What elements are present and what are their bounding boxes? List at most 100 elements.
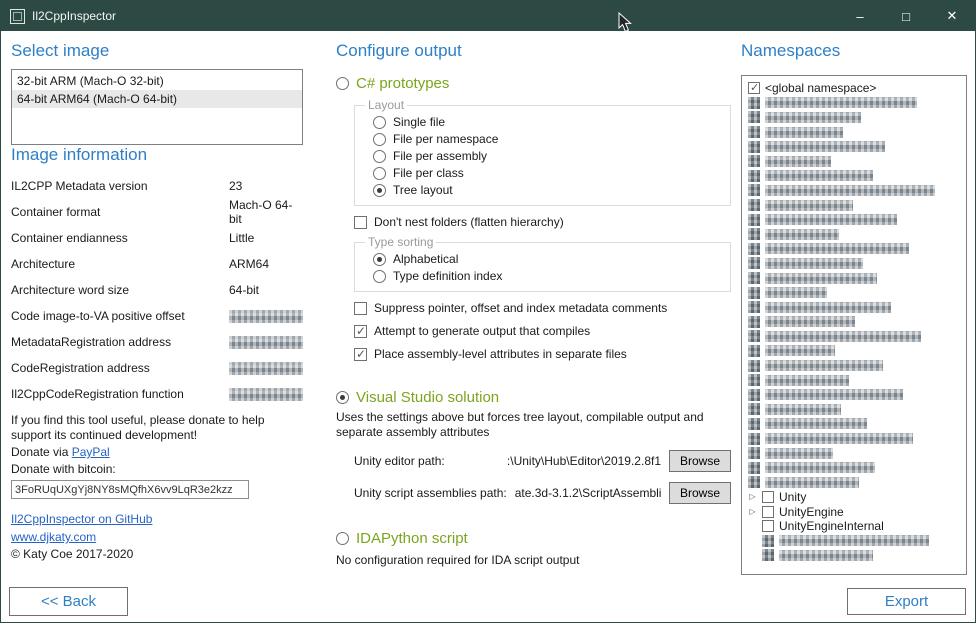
checkbox-icon-checked[interactable] — [354, 325, 367, 338]
namespace-row-redacted[interactable] — [745, 417, 963, 432]
namespace-row[interactable]: ▷Unity — [745, 490, 963, 505]
namespace-row-redacted[interactable] — [745, 315, 963, 330]
layout-group: Layout Single file File per namespace Fi… — [354, 98, 731, 206]
radio-icon[interactable] — [336, 77, 349, 90]
radio-icon[interactable] — [373, 167, 386, 180]
checkbox-icon[interactable] — [354, 216, 367, 229]
namespace-row-redacted[interactable] — [745, 402, 963, 417]
namespace-row[interactable]: <global namespace> — [745, 81, 963, 96]
namespace-row-redacted[interactable] — [745, 169, 963, 184]
namespaces-heading: Namespaces — [741, 41, 967, 61]
radio-icon[interactable] — [373, 133, 386, 146]
namespace-row[interactable]: ▷UnityEngine — [745, 504, 963, 519]
layout-file-per-namespace-radio[interactable]: File per namespace — [373, 132, 722, 146]
unity-editor-path-row: Unity editor path: :\Unity\Hub\Editor\20… — [354, 450, 731, 472]
expander-icon[interactable]: ▷ — [748, 492, 757, 501]
namespace-row[interactable]: UnityEngineInternal — [745, 519, 963, 534]
namespaces-list[interactable]: <global namespace> ▷Unity▷UnityEngineUnit… — [741, 75, 967, 575]
namespace-row-redacted[interactable] — [745, 285, 963, 300]
redacted-checkbox — [748, 345, 760, 357]
image-option-64bit[interactable]: 64-bit ARM64 (Mach-O 64-bit) — [12, 90, 302, 108]
bitcoin-address-input[interactable] — [11, 480, 249, 499]
checkbox-icon-checked[interactable] — [354, 348, 367, 361]
image-listbox[interactable]: 32-bit ARM (Mach-O 32-bit) 64-bit ARM64 … — [11, 69, 303, 145]
unity-script-path-value: ate.3d-3.1.2\ScriptAssemblies — [515, 486, 661, 500]
visual-studio-solution-radio[interactable]: Visual Studio solution — [336, 389, 734, 406]
idapython-script-radio[interactable]: IDAPython script — [336, 530, 734, 547]
namespace-row-redacted[interactable] — [745, 183, 963, 198]
assembly-attributes-checkbox[interactable]: Place assembly-level attributes in separ… — [354, 347, 734, 361]
suppress-comments-checkbox[interactable]: Suppress pointer, offset and index metad… — [354, 301, 734, 315]
namespace-row-redacted[interactable] — [745, 358, 963, 373]
namespace-row-redacted[interactable] — [745, 256, 963, 271]
layout-tree-layout-radio[interactable]: Tree layout — [373, 183, 722, 197]
github-link[interactable]: Il2CppInspector on GitHub — [11, 511, 152, 527]
radio-icon[interactable] — [373, 150, 386, 163]
website-link[interactable]: www.djkaty.com — [11, 529, 96, 545]
radio-icon[interactable] — [373, 270, 386, 283]
back-button[interactable]: << Back — [9, 587, 128, 616]
redacted-namespace-label — [765, 156, 831, 167]
redacted-namespace-label — [765, 331, 921, 342]
layout-file-per-class-radio[interactable]: File per class — [373, 166, 722, 180]
redacted-checkbox — [748, 330, 760, 342]
namespace-row-redacted[interactable] — [745, 139, 963, 154]
namespace-row-redacted[interactable] — [745, 227, 963, 242]
copyright-text: © Katy Coe 2017-2020 — [11, 547, 303, 562]
namespace-checkbox[interactable] — [762, 491, 774, 503]
namespace-row-redacted[interactable] — [745, 446, 963, 461]
radio-icon[interactable] — [373, 116, 386, 129]
radio-icon-selected[interactable] — [373, 253, 386, 266]
csharp-prototypes-radio[interactable]: C# prototypes — [336, 75, 734, 92]
redacted-namespace-label — [765, 97, 917, 108]
mouse-cursor — [618, 12, 633, 33]
redacted-checkbox — [748, 301, 760, 313]
bitcoin-label: Donate with bitcoin: — [11, 462, 303, 477]
expander-icon[interactable]: ▷ — [748, 507, 757, 516]
namespace-row-redacted[interactable] — [745, 431, 963, 446]
redacted-checkbox — [748, 403, 760, 415]
namespace-row-redacted[interactable] — [745, 387, 963, 402]
namespace-row-redacted[interactable] — [745, 110, 963, 125]
redacted-namespace-label — [765, 433, 913, 444]
namespace-row-redacted[interactable] — [745, 344, 963, 359]
radio-icon-selected[interactable] — [373, 184, 386, 197]
namespace-checkbox-checked[interactable] — [748, 82, 760, 94]
minimize-button[interactable]: – — [837, 1, 883, 31]
namespace-checkbox[interactable] — [762, 520, 774, 532]
namespace-row-redacted[interactable] — [745, 242, 963, 257]
namespace-row-redacted[interactable] — [745, 548, 963, 563]
namespace-row-redacted[interactable] — [745, 125, 963, 140]
namespace-row-redacted[interactable] — [745, 300, 963, 315]
close-button[interactable]: ✕ — [929, 1, 975, 31]
radio-icon-selected[interactable] — [336, 391, 349, 404]
sorting-alphabetical-radio[interactable]: Alphabetical — [373, 252, 722, 266]
namespace-row-redacted[interactable] — [745, 373, 963, 388]
namespace-row-redacted[interactable] — [745, 198, 963, 213]
radio-icon[interactable] — [336, 532, 349, 545]
paypal-link[interactable]: PayPal — [72, 445, 110, 460]
namespace-row-redacted[interactable] — [745, 271, 963, 286]
namespace-row-redacted[interactable] — [745, 96, 963, 111]
checkbox-icon[interactable] — [354, 302, 367, 315]
browse-editor-path-button[interactable]: Browse — [669, 450, 731, 472]
image-option-32bit[interactable]: 32-bit ARM (Mach-O 32-bit) — [12, 72, 302, 90]
redacted-checkbox — [748, 228, 760, 240]
namespace-row-redacted[interactable] — [745, 329, 963, 344]
namespace-row-redacted[interactable] — [745, 460, 963, 475]
unity-script-path-label: Unity script assemblies path: — [354, 486, 507, 500]
image-info-table: IL2CPP Metadata version 23 Container for… — [11, 173, 303, 407]
namespace-row-redacted[interactable] — [745, 212, 963, 227]
layout-single-file-radio[interactable]: Single file — [373, 115, 722, 129]
namespace-row-redacted[interactable] — [745, 533, 963, 548]
namespace-row-redacted[interactable] — [745, 475, 963, 490]
maximize-button[interactable]: □ — [883, 1, 929, 31]
compilable-output-checkbox[interactable]: Attempt to generate output that compiles — [354, 324, 734, 338]
namespace-checkbox[interactable] — [762, 506, 774, 518]
namespace-row-redacted[interactable] — [745, 154, 963, 169]
layout-file-per-assembly-radio[interactable]: File per assembly — [373, 149, 722, 163]
export-button[interactable]: Export — [847, 588, 966, 615]
flatten-hierarchy-checkbox[interactable]: Don't nest folders (flatten hierarchy) — [354, 215, 734, 229]
browse-script-path-button[interactable]: Browse — [669, 482, 731, 504]
sorting-type-definition-index-radio[interactable]: Type definition index — [373, 269, 722, 283]
